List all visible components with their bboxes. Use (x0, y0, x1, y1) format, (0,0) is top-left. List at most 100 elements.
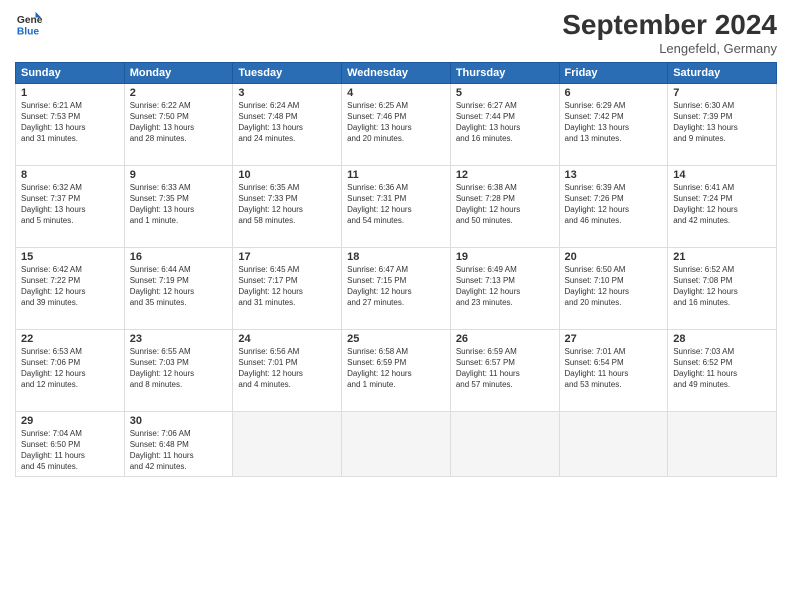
day-number: 22 (21, 333, 119, 345)
location: Lengefeld, Germany (562, 41, 777, 56)
calendar-day: 10Sunrise: 6:35 AM Sunset: 7:33 PM Dayli… (233, 165, 342, 247)
day-info: Sunrise: 7:04 AM Sunset: 6:50 PM Dayligh… (21, 428, 119, 473)
logo-icon: General Blue (15, 10, 43, 38)
day-number: 6 (565, 87, 663, 99)
weekday-header: Thursday (450, 62, 559, 83)
weekday-header: Sunday (16, 62, 125, 83)
day-info: Sunrise: 6:22 AM Sunset: 7:50 PM Dayligh… (130, 100, 228, 145)
day-number: 23 (130, 333, 228, 345)
day-info: Sunrise: 6:27 AM Sunset: 7:44 PM Dayligh… (456, 100, 554, 145)
day-number: 8 (21, 169, 119, 181)
day-info: Sunrise: 6:44 AM Sunset: 7:19 PM Dayligh… (130, 264, 228, 309)
calendar-day: 9Sunrise: 6:33 AM Sunset: 7:35 PM Daylig… (124, 165, 233, 247)
day-info: Sunrise: 6:55 AM Sunset: 7:03 PM Dayligh… (130, 346, 228, 391)
day-number: 29 (21, 415, 119, 427)
title-area: September 2024 Lengefeld, Germany (562, 10, 777, 56)
calendar-day: 19Sunrise: 6:49 AM Sunset: 7:13 PM Dayli… (450, 247, 559, 329)
day-number: 5 (456, 87, 554, 99)
day-info: Sunrise: 6:52 AM Sunset: 7:08 PM Dayligh… (673, 264, 771, 309)
calendar-day: 15Sunrise: 6:42 AM Sunset: 7:22 PM Dayli… (16, 247, 125, 329)
calendar-day: 29Sunrise: 7:04 AM Sunset: 6:50 PM Dayli… (16, 411, 125, 476)
day-info: Sunrise: 6:35 AM Sunset: 7:33 PM Dayligh… (238, 182, 336, 227)
weekday-header: Friday (559, 62, 668, 83)
calendar-day: 4Sunrise: 6:25 AM Sunset: 7:46 PM Daylig… (342, 83, 451, 165)
calendar-day: 7Sunrise: 6:30 AM Sunset: 7:39 PM Daylig… (668, 83, 777, 165)
day-number: 4 (347, 87, 445, 99)
day-info: Sunrise: 6:50 AM Sunset: 7:10 PM Dayligh… (565, 264, 663, 309)
day-number: 25 (347, 333, 445, 345)
day-number: 28 (673, 333, 771, 345)
header: General Blue September 2024 Lengefeld, G… (15, 10, 777, 56)
day-number: 2 (130, 87, 228, 99)
calendar-day (342, 411, 451, 476)
calendar-day: 18Sunrise: 6:47 AM Sunset: 7:15 PM Dayli… (342, 247, 451, 329)
calendar-day: 26Sunrise: 6:59 AM Sunset: 6:57 PM Dayli… (450, 329, 559, 411)
calendar-day: 13Sunrise: 6:39 AM Sunset: 7:26 PM Dayli… (559, 165, 668, 247)
day-info: Sunrise: 6:41 AM Sunset: 7:24 PM Dayligh… (673, 182, 771, 227)
day-number: 17 (238, 251, 336, 263)
day-number: 20 (565, 251, 663, 263)
day-number: 12 (456, 169, 554, 181)
day-number: 10 (238, 169, 336, 181)
calendar-day: 30Sunrise: 7:06 AM Sunset: 6:48 PM Dayli… (124, 411, 233, 476)
calendar-day: 28Sunrise: 7:03 AM Sunset: 6:52 PM Dayli… (668, 329, 777, 411)
calendar-day: 1Sunrise: 6:21 AM Sunset: 7:53 PM Daylig… (16, 83, 125, 165)
logo: General Blue (15, 10, 43, 38)
day-info: Sunrise: 7:01 AM Sunset: 6:54 PM Dayligh… (565, 346, 663, 391)
day-info: Sunrise: 6:24 AM Sunset: 7:48 PM Dayligh… (238, 100, 336, 145)
calendar-day: 24Sunrise: 6:56 AM Sunset: 7:01 PM Dayli… (233, 329, 342, 411)
month-title: September 2024 (562, 10, 777, 41)
day-number: 9 (130, 169, 228, 181)
weekday-header: Wednesday (342, 62, 451, 83)
day-number: 13 (565, 169, 663, 181)
day-number: 27 (565, 333, 663, 345)
calendar-day: 16Sunrise: 6:44 AM Sunset: 7:19 PM Dayli… (124, 247, 233, 329)
day-info: Sunrise: 6:47 AM Sunset: 7:15 PM Dayligh… (347, 264, 445, 309)
day-info: Sunrise: 6:56 AM Sunset: 7:01 PM Dayligh… (238, 346, 336, 391)
day-number: 14 (673, 169, 771, 181)
day-info: Sunrise: 6:39 AM Sunset: 7:26 PM Dayligh… (565, 182, 663, 227)
day-info: Sunrise: 6:21 AM Sunset: 7:53 PM Dayligh… (21, 100, 119, 145)
day-info: Sunrise: 6:42 AM Sunset: 7:22 PM Dayligh… (21, 264, 119, 309)
calendar-day: 17Sunrise: 6:45 AM Sunset: 7:17 PM Dayli… (233, 247, 342, 329)
day-info: Sunrise: 6:25 AM Sunset: 7:46 PM Dayligh… (347, 100, 445, 145)
calendar-day: 20Sunrise: 6:50 AM Sunset: 7:10 PM Dayli… (559, 247, 668, 329)
calendar-day (559, 411, 668, 476)
day-number: 1 (21, 87, 119, 99)
day-number: 18 (347, 251, 445, 263)
calendar-day: 14Sunrise: 6:41 AM Sunset: 7:24 PM Dayli… (668, 165, 777, 247)
calendar-table: SundayMondayTuesdayWednesdayThursdayFrid… (15, 62, 777, 477)
day-number: 26 (456, 333, 554, 345)
day-number: 21 (673, 251, 771, 263)
weekday-header: Tuesday (233, 62, 342, 83)
day-info: Sunrise: 6:36 AM Sunset: 7:31 PM Dayligh… (347, 182, 445, 227)
day-number: 24 (238, 333, 336, 345)
calendar-day: 8Sunrise: 6:32 AM Sunset: 7:37 PM Daylig… (16, 165, 125, 247)
day-info: Sunrise: 6:30 AM Sunset: 7:39 PM Dayligh… (673, 100, 771, 145)
day-info: Sunrise: 7:03 AM Sunset: 6:52 PM Dayligh… (673, 346, 771, 391)
calendar-day: 2Sunrise: 6:22 AM Sunset: 7:50 PM Daylig… (124, 83, 233, 165)
day-number: 19 (456, 251, 554, 263)
calendar-day: 23Sunrise: 6:55 AM Sunset: 7:03 PM Dayli… (124, 329, 233, 411)
calendar-day (233, 411, 342, 476)
calendar-day: 6Sunrise: 6:29 AM Sunset: 7:42 PM Daylig… (559, 83, 668, 165)
day-info: Sunrise: 6:29 AM Sunset: 7:42 PM Dayligh… (565, 100, 663, 145)
calendar-day: 3Sunrise: 6:24 AM Sunset: 7:48 PM Daylig… (233, 83, 342, 165)
calendar-day: 22Sunrise: 6:53 AM Sunset: 7:06 PM Dayli… (16, 329, 125, 411)
day-number: 3 (238, 87, 336, 99)
day-number: 7 (673, 87, 771, 99)
day-info: Sunrise: 6:38 AM Sunset: 7:28 PM Dayligh… (456, 182, 554, 227)
day-info: Sunrise: 7:06 AM Sunset: 6:48 PM Dayligh… (130, 428, 228, 473)
day-info: Sunrise: 6:45 AM Sunset: 7:17 PM Dayligh… (238, 264, 336, 309)
day-info: Sunrise: 6:33 AM Sunset: 7:35 PM Dayligh… (130, 182, 228, 227)
day-number: 15 (21, 251, 119, 263)
day-info: Sunrise: 6:53 AM Sunset: 7:06 PM Dayligh… (21, 346, 119, 391)
day-number: 11 (347, 169, 445, 181)
weekday-header: Monday (124, 62, 233, 83)
calendar-day (450, 411, 559, 476)
calendar-day (668, 411, 777, 476)
day-info: Sunrise: 6:59 AM Sunset: 6:57 PM Dayligh… (456, 346, 554, 391)
day-info: Sunrise: 6:58 AM Sunset: 6:59 PM Dayligh… (347, 346, 445, 391)
calendar-day: 11Sunrise: 6:36 AM Sunset: 7:31 PM Dayli… (342, 165, 451, 247)
svg-text:Blue: Blue (17, 26, 40, 37)
